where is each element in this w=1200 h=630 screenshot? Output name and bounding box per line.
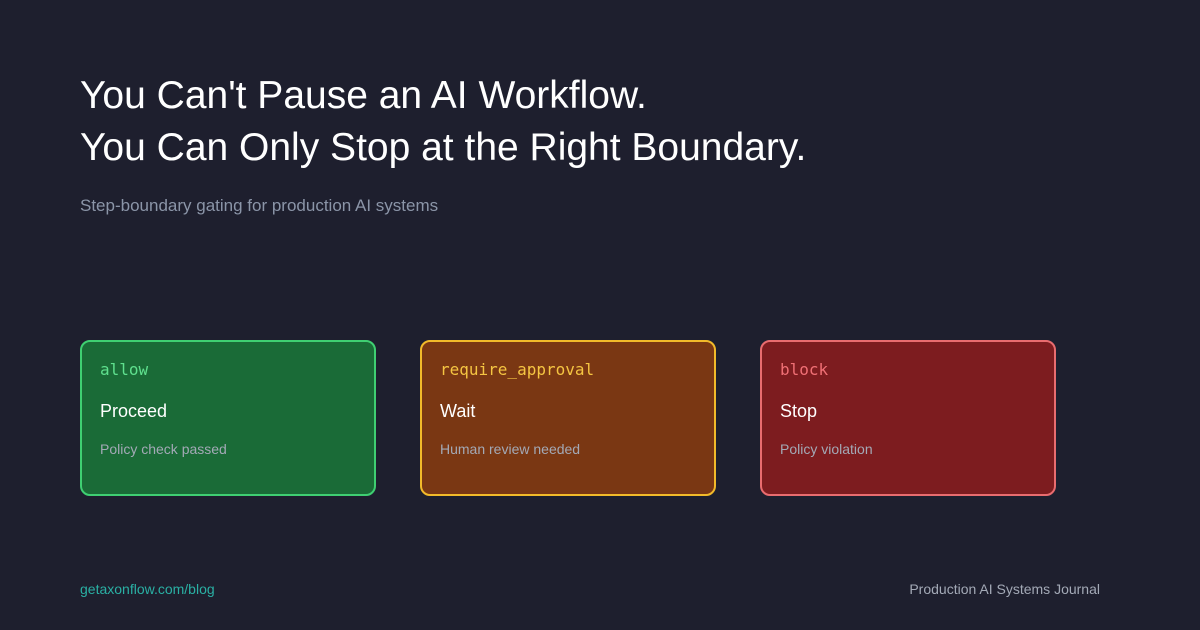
decision-action: Wait [440, 401, 476, 421]
decision-code: block [780, 360, 829, 379]
decision-card-require-approval: require_approval Wait Human review neede… [420, 340, 716, 496]
decision-card-block: block Stop Policy violation [760, 340, 1056, 496]
page-title: You Can't Pause an AI Workflow. You Can … [80, 70, 806, 174]
decision-code: require_approval [440, 360, 595, 379]
decision-card-allow: allow Proceed Policy check passed [80, 340, 376, 496]
decision-code: allow [100, 360, 149, 379]
title-line-1: You Can't Pause an AI Workflow. [80, 74, 647, 117]
footer-brand: Production AI Systems Journal [909, 581, 1100, 597]
title-line-2: You Can Only Stop at the Right Boundary. [80, 126, 807, 169]
decision-detail: Human review needed [440, 441, 581, 457]
decision-action: Proceed [100, 401, 168, 421]
decision-action: Stop [780, 401, 818, 421]
decision-detail: Policy violation [780, 441, 873, 457]
decision-detail: Policy check passed [100, 441, 227, 457]
subtitle: Step-boundary gating for production AI s… [80, 196, 439, 215]
footer-blog-link[interactable]: getaxonflow.com/blog [80, 580, 215, 598]
